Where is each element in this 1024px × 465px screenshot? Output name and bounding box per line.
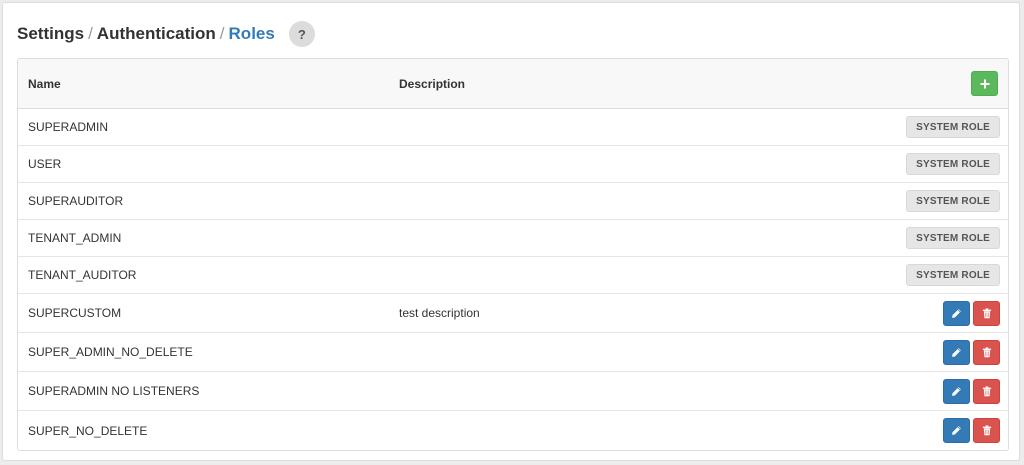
table-row: USER SYSTEM ROLE: [18, 146, 1008, 183]
role-name: SUPER_NO_DELETE: [28, 423, 148, 438]
trash-icon: [982, 385, 991, 396]
row-actions: SYSTEM ROLE: [906, 183, 1000, 219]
breadcrumb-authentication[interactable]: Authentication: [97, 24, 216, 44]
table-row: TENANT_ADMIN SYSTEM ROLE: [18, 220, 1008, 257]
column-header-description[interactable]: Description: [399, 59, 465, 109]
table-row: SUPERAUDITOR SYSTEM ROLE: [18, 183, 1008, 220]
row-actions: [943, 294, 1000, 332]
row-actions: [943, 411, 1000, 450]
plus-icon: [980, 79, 989, 88]
role-name: SUPERADMIN: [28, 120, 109, 134]
role-name: TENANT_ADMIN: [28, 231, 122, 245]
edit-role-button[interactable]: [943, 300, 970, 326]
add-role-button[interactable]: [971, 71, 998, 96]
delete-role-button[interactable]: [973, 418, 1000, 443]
role-name: SUPERADMIN NO LISTENERS: [28, 384, 200, 398]
delete-role-button[interactable]: [973, 300, 1000, 326]
edit-role-button[interactable]: [943, 339, 970, 365]
role-description: test description: [399, 306, 480, 320]
role-name: SUPERAUDITOR: [28, 194, 124, 208]
breadcrumb-separator: /: [219, 24, 225, 43]
table-body: SUPERADMIN SYSTEM ROLE USER SYSTEM ROLE SUPE…: [18, 109, 1008, 450]
trash-icon: [982, 307, 991, 318]
system-role-badge: SYSTEM ROLE: [906, 153, 1000, 175]
breadcrumb-settings[interactable]: Settings: [17, 24, 84, 44]
pencil-icon: [952, 386, 961, 396]
table-row: TENANT_AUDITOR SYSTEM ROLE: [18, 257, 1008, 294]
row-actions: SYSTEM ROLE: [906, 257, 1000, 293]
system-role-badge: SYSTEM ROLE: [906, 116, 1000, 138]
row-actions: SYSTEM ROLE: [906, 220, 1000, 256]
trash-icon: [982, 346, 991, 357]
trash-icon: [982, 425, 991, 436]
row-actions: [943, 372, 1000, 410]
table-row: SUPERCUSTOM test description: [18, 294, 1008, 333]
table-header: Name Description: [18, 59, 1008, 109]
roles-settings-panel: Settings / Authentication / Roles ? Name…: [2, 2, 1020, 461]
delete-role-button[interactable]: [973, 339, 1000, 365]
pencil-icon: [952, 426, 961, 435]
help-button[interactable]: ?: [288, 21, 315, 47]
edit-role-button[interactable]: [943, 418, 970, 443]
roles-table: Name Description SUPERADMIN SYSTEM ROLE US…: [17, 58, 1009, 451]
table-row: SUPER_NO_DELETE: [18, 411, 1008, 450]
system-role-badge: SYSTEM ROLE: [906, 190, 1000, 212]
pencil-icon: [952, 308, 961, 318]
system-role-badge: SYSTEM ROLE: [906, 264, 1000, 286]
row-actions: SYSTEM ROLE: [906, 109, 1000, 145]
role-name: SUPERCUSTOM: [28, 306, 122, 320]
table-row: SUPER_ADMIN_NO_DELETE: [18, 333, 1008, 372]
role-name: USER: [28, 157, 62, 171]
edit-role-button[interactable]: [943, 378, 970, 404]
column-header-name[interactable]: Name: [28, 59, 61, 109]
breadcrumb: Settings / Authentication / Roles ?: [17, 20, 315, 48]
breadcrumb-separator: /: [88, 24, 93, 43]
table-row: SUPERADMIN NO LISTENERS: [18, 372, 1008, 411]
pencil-icon: [952, 347, 961, 357]
table-row: SUPERADMIN SYSTEM ROLE: [18, 109, 1008, 146]
role-name: TENANT_AUDITOR: [28, 268, 137, 282]
row-actions: SYSTEM ROLE: [906, 146, 1000, 182]
breadcrumb-roles: Roles: [228, 24, 275, 43]
delete-role-button[interactable]: [973, 378, 1000, 404]
row-actions: [943, 333, 1000, 371]
role-name: SUPER_ADMIN_NO_DELETE: [28, 345, 193, 359]
system-role-badge: SYSTEM ROLE: [906, 227, 1000, 249]
